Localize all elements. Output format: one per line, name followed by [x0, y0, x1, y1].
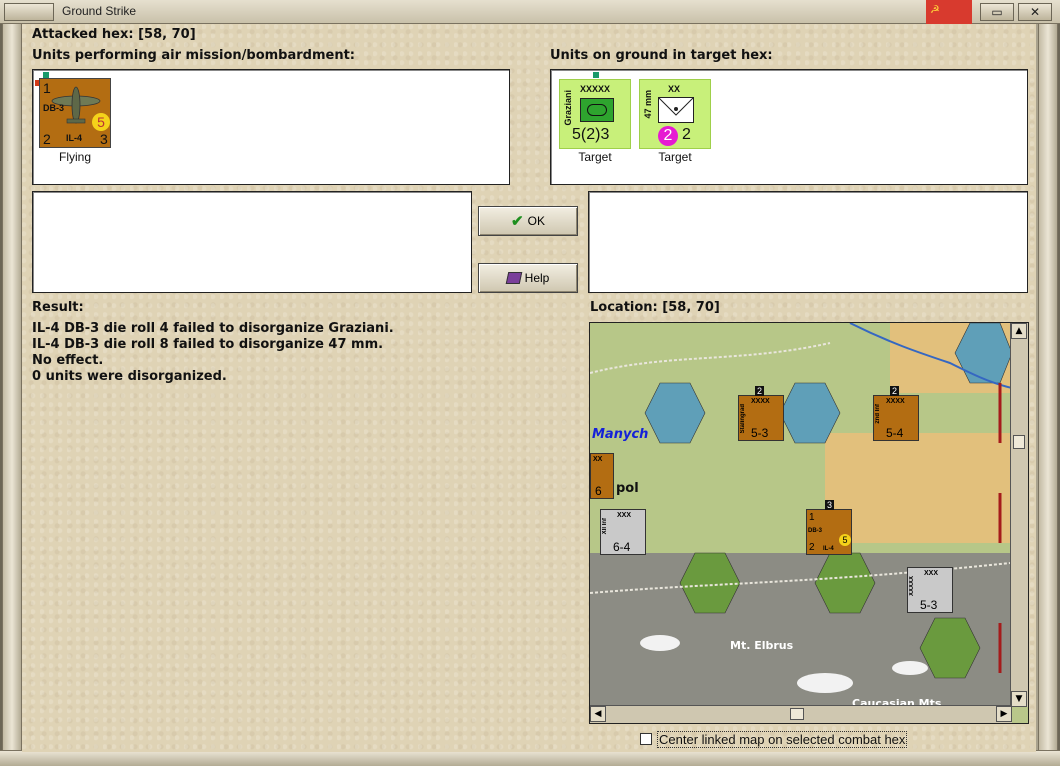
counter-strength: 2 — [682, 126, 691, 143]
counter-name: Graziani — [563, 90, 573, 126]
help-button[interactable]: Help — [478, 263, 578, 293]
air-details-panel — [32, 191, 472, 293]
counter-right-value: 3 — [100, 131, 108, 147]
result-line: IL-4 DB-3 die roll 4 failed to disorgani… — [32, 321, 394, 336]
dialog-client: Attacked hex: [58, 70] Units performing … — [22, 24, 1036, 752]
counter-name: IL-4 — [823, 546, 834, 552]
ground-unit-status-47mm: Target — [658, 150, 692, 164]
right-frame-rail — [1038, 24, 1058, 752]
counter-strength: 6 — [595, 484, 602, 498]
counter-strength: 5-4 — [886, 426, 904, 440]
ok-label: OK — [527, 214, 545, 228]
center-map-checkbox[interactable] — [640, 733, 652, 745]
counter-stack-count: 2 — [890, 386, 900, 396]
counter-strength-badge: 2 — [658, 126, 678, 146]
counter-name: IL-4 — [66, 133, 83, 143]
air-unit-status: Flying — [58, 150, 91, 164]
map-unit-counter[interactable]: 2 XXXX 2nd Inf 5-4 — [873, 386, 919, 441]
counter-size: XXXX — [886, 398, 905, 405]
mini-map[interactable]: Manych pol Mt. Elbrus Caucasian Mts 2 XX… — [589, 322, 1029, 724]
ok-button[interactable]: ✔ OK — [478, 206, 578, 236]
counter-top-left: 1 — [809, 512, 815, 523]
result-line: IL-4 DB-3 die roll 8 failed to disorgani… — [32, 337, 384, 352]
left-frame-rail — [2, 24, 22, 752]
title-bar: Ground Strike ☭ ▭ ✕ — [0, 0, 1060, 24]
ground-details-panel — [588, 191, 1028, 293]
counter-type: DB-3 — [43, 103, 65, 113]
counter-side-text: 2nd Inf — [875, 404, 881, 424]
center-map-label[interactable]: Center linked map on selected combat hex — [657, 731, 908, 748]
attacked-hex-label: Attacked hex: — [32, 27, 134, 42]
counter-badge: 5 — [839, 534, 851, 546]
map-label: pol — [616, 481, 639, 496]
antitank-unit-icon — [658, 97, 694, 123]
close-button[interactable]: ✕ — [1018, 3, 1052, 21]
air-unit-counter[interactable]: 1 DB-3 IL-4 2 3 5 — [39, 78, 111, 148]
vertical-scroll-thumb[interactable] — [1013, 435, 1025, 449]
counter-size: XXXXX — [580, 84, 611, 94]
map-horizontal-scrollbar[interactable]: ◀ ▶ — [590, 705, 1012, 723]
air-units-label: Units performing air mission/bombardment… — [32, 48, 356, 63]
ground-units-panel: Graziani XXXXX 5(2)3 Target 47 mm XX 2 2… — [550, 69, 1028, 185]
counter-side-text: XXXXX — [909, 576, 915, 597]
bottom-frame-rail — [0, 750, 1060, 766]
map-unit-counter[interactable]: 2 XXXX Stalingrad 5-3 — [738, 386, 784, 441]
unit-marker-icon — [593, 72, 599, 78]
counter-size: XXX — [617, 512, 632, 519]
counter-stack-count: 2 — [755, 386, 765, 396]
help-label: Help — [524, 271, 550, 285]
faction-flag-icon: ☭ — [926, 0, 972, 24]
counter-side-text: Stalingrad — [740, 404, 746, 434]
location-value: [58, 70] — [662, 300, 720, 315]
attacked-hex-row: Attacked hex: [58, 70] — [32, 27, 196, 42]
counter-size: XXX — [924, 570, 939, 577]
scroll-up-arrow-icon[interactable]: ▲ — [1011, 323, 1027, 339]
map-unit-counter[interactable]: XXX XXXXX 5-3 — [907, 567, 953, 613]
scroll-down-arrow-icon[interactable]: ▼ — [1011, 691, 1027, 707]
counter-side-text: XII Inf — [602, 518, 608, 535]
scroll-right-arrow-icon[interactable]: ▶ — [996, 706, 1012, 722]
result-line: No effect. — [32, 353, 104, 368]
counter-strength: 5-3 — [751, 426, 769, 440]
map-label: Mt. Elbrus — [730, 639, 794, 652]
counter-stack-count: 3 — [825, 500, 835, 510]
scroll-left-arrow-icon[interactable]: ◀ — [590, 706, 606, 722]
location-row: Location: [58, 70] — [590, 300, 720, 315]
ground-unit-counter-47mm[interactable]: 47 mm XX 2 2 — [639, 79, 711, 149]
counter-size: XXXX — [751, 398, 770, 405]
help-book-icon — [505, 272, 522, 284]
system-menu-button[interactable] — [4, 3, 54, 21]
checkmark-icon: ✔ — [511, 213, 524, 230]
counter-left-value: 2 — [43, 131, 51, 147]
horizontal-scroll-thumb[interactable] — [790, 708, 804, 720]
counter-strength: 5-3 — [920, 598, 938, 612]
result-line: 0 units were disorganized. — [32, 369, 227, 384]
map-air-unit-counter[interactable]: 3 1 DB-3 IL-4 2 5 — [806, 500, 852, 555]
map-unit-counter[interactable]: XXX XII Inf 6-4 — [600, 509, 646, 555]
counter-left-value: 2 — [809, 542, 815, 553]
counter-badge: 5 — [92, 113, 110, 131]
ground-units-label: Units on ground in target hex: — [550, 48, 773, 63]
map-vertical-scrollbar[interactable]: ▲ ▼ — [1010, 323, 1028, 707]
air-units-panel: 1 DB-3 IL-4 2 3 5 Flying — [32, 69, 510, 185]
armor-unit-icon — [580, 98, 614, 122]
counter-name: 47 mm — [643, 90, 653, 119]
map-unit-counter[interactable]: XX 6 — [590, 453, 614, 499]
counter-strength: 6-4 — [613, 540, 631, 554]
counter-size: XX — [593, 456, 603, 463]
window-title: Ground Strike — [62, 4, 137, 18]
counter-strength: 5(2)3 — [572, 126, 610, 143]
map-label: Manych — [592, 427, 649, 442]
result-label: Result: — [32, 300, 84, 315]
counter-type: DB-3 — [808, 528, 823, 534]
counter-size: XX — [668, 84, 681, 94]
hex-map-terrain — [590, 323, 1012, 707]
ground-unit-counter-graziani[interactable]: Graziani XXXXX 5(2)3 — [559, 79, 631, 149]
location-label: Location: — [590, 300, 658, 315]
attacked-hex-value: [58, 70] — [138, 27, 196, 42]
ground-unit-status-graziani: Target — [578, 150, 612, 164]
restore-button[interactable]: ▭ — [980, 3, 1014, 21]
